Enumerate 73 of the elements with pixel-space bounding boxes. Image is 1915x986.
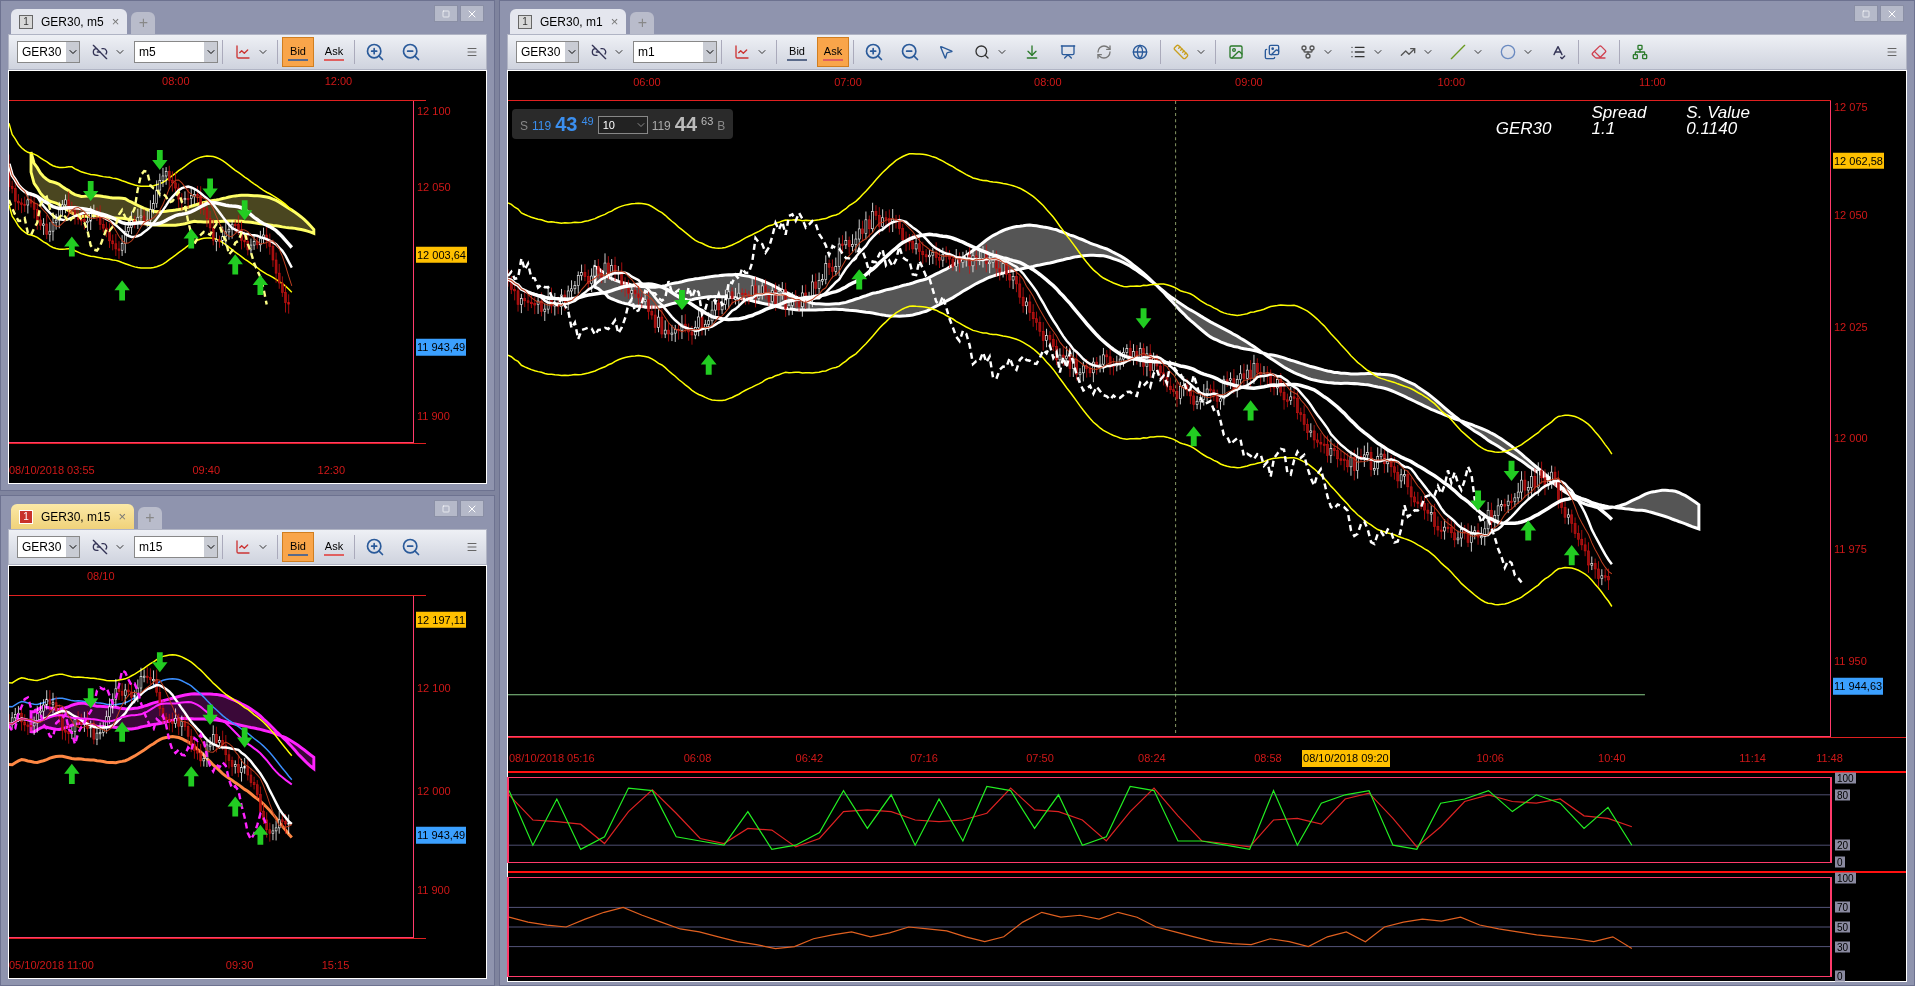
buy-pips: 63 (701, 114, 714, 129)
time-label: 06:42 (794, 751, 825, 766)
sell-label: S (520, 118, 528, 135)
time-label: 06:00 (633, 75, 661, 90)
price-label: 11 900 (416, 408, 451, 424)
time-tag: 08/10/2018 09:20 (1302, 750, 1390, 767)
price-label: 12 050 (416, 179, 452, 195)
sell-pips: 49 (581, 114, 594, 129)
price-label: 12 100 (416, 104, 452, 119)
time-label: 05/10/2018 11:00 (9, 958, 94, 973)
time-label: 12:00 (324, 74, 353, 89)
time-label: 07:00 (834, 75, 862, 90)
time-label: 15:15 (321, 958, 350, 973)
price-label: 12 000 (1833, 430, 1869, 446)
time-label: 09:00 (1235, 75, 1263, 90)
price-label: 12 025 (1833, 319, 1869, 335)
price-label: 12 075 (1833, 100, 1869, 116)
price-label: 12 000 (416, 783, 452, 799)
window-number: 1 (19, 509, 33, 524)
sell-price: 43 (555, 113, 578, 135)
axis-label: 100 (1835, 772, 1856, 784)
time-label: 09:30 (225, 958, 254, 973)
time-label: 11:14 (1738, 751, 1767, 766)
time-label: 09:40 (192, 463, 220, 478)
price-tag: 12 003,64 (416, 246, 467, 264)
time-label: 08:00 (162, 74, 190, 89)
time-label: 07:50 (1025, 751, 1055, 766)
price-tag: 11 943,49 (416, 827, 467, 844)
window-number: 1 (19, 14, 33, 29)
time-label: 11:00 (1639, 75, 1666, 90)
time-label: 10:40 (1597, 751, 1627, 766)
axis-label: 30 (1835, 941, 1851, 953)
time-label: 11:48 (1815, 751, 1844, 766)
buy-label: B (717, 118, 726, 135)
time-label: 08:00 (1034, 75, 1062, 90)
time-label: 06:08 (682, 751, 713, 766)
spread-label: Spread (1591, 105, 1647, 121)
value-value: 0.1140 (1686, 121, 1739, 137)
sell-prefix: 119 (532, 118, 552, 135)
value-label: S. Value (1686, 105, 1750, 121)
axis-label: 20 (1835, 839, 1851, 851)
price-label: 11 900 (416, 882, 451, 898)
time-label: 08/10 (86, 569, 115, 584)
time-label: 07:16 (909, 751, 939, 766)
window-number: 1 (518, 14, 532, 29)
price-label: 12 100 (416, 681, 452, 697)
time-label: 08:58 (1253, 751, 1283, 766)
tab-title: GER30, m15 (41, 508, 111, 526)
symbol-label: GER30 (1495, 121, 1552, 137)
time-label: 08/10/2018 05:16 (508, 751, 596, 766)
axis-label: 0 (1835, 856, 1845, 868)
axis-label: 50 (1835, 921, 1851, 933)
tab-title: GER30, m5 (41, 13, 104, 31)
time-label: 08/10/2018 03:55 (9, 463, 95, 478)
spread-value: 1.1 (1591, 121, 1616, 137)
axis-label: 70 (1835, 901, 1851, 913)
buy-prefix: 119 (651, 118, 671, 135)
price-tag: 12 062,58 (1833, 152, 1884, 170)
price-label: 11 975 (1833, 542, 1868, 558)
axis-label: 0 (1835, 970, 1845, 982)
price-tag: 12 197,11 (416, 611, 467, 629)
price-label: 11 950 (1833, 653, 1868, 669)
price-label: 12 050 (1833, 208, 1869, 224)
price-tag: 11 944,63 (1833, 677, 1884, 695)
price-tag: 11 943,49 (416, 339, 467, 356)
time-label: 08:24 (1137, 751, 1167, 766)
time-label: 10:06 (1475, 751, 1505, 766)
time-label: 10:00 (1437, 75, 1466, 90)
axis-label: 100 (1835, 872, 1856, 884)
tab-title: GER30, m1 (540, 13, 603, 31)
buy-price: 44 (674, 113, 698, 135)
axis-label: 80 (1835, 789, 1851, 801)
time-label: 12:30 (317, 463, 346, 478)
